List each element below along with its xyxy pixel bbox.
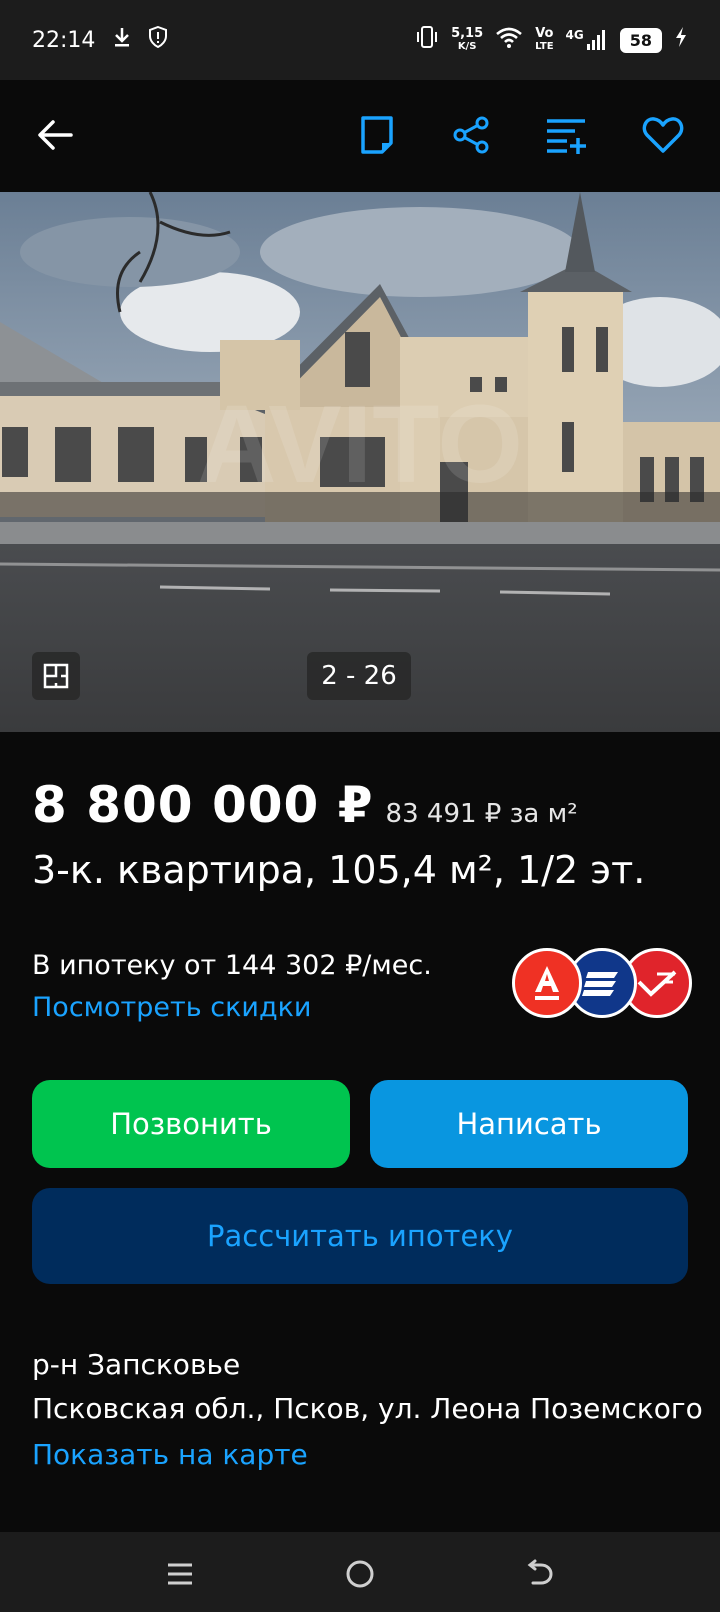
call-button[interactable]: Позвонить bbox=[32, 1080, 350, 1168]
price: 8 800 000 ₽ bbox=[32, 776, 374, 834]
show-on-map-link[interactable]: Показать на карте bbox=[32, 1438, 308, 1471]
home-circle-icon[interactable] bbox=[340, 1554, 380, 1594]
favorite-heart-icon[interactable] bbox=[638, 110, 688, 160]
photo-gallery[interactable]: AVITO 2 - 26 bbox=[0, 192, 720, 732]
floor-plan-button[interactable] bbox=[32, 652, 80, 700]
photo-counter: 2 - 26 bbox=[307, 652, 411, 700]
battery-icon: 58 bbox=[619, 27, 662, 53]
status-bar: 22:14 5,15 K/S Vo LTE 4G 58 bbox=[0, 0, 720, 80]
discount-link[interactable]: Посмотреть скидки bbox=[32, 992, 311, 1023]
net-speed: 5,15 K/S bbox=[451, 27, 483, 53]
menu-icon[interactable] bbox=[160, 1554, 200, 1594]
signal-icon: 4G bbox=[566, 29, 608, 51]
listing-photo: AVITO bbox=[0, 192, 720, 732]
note-icon[interactable] bbox=[352, 110, 402, 160]
share-icon[interactable] bbox=[446, 110, 496, 160]
download-icon bbox=[113, 27, 131, 53]
volte-bottom: LTE bbox=[535, 41, 554, 52]
price-per-m2: 83 491 ₽ за м² bbox=[385, 799, 578, 829]
compare-icon[interactable] bbox=[541, 110, 591, 160]
address: Псковская обл., Псков, ул. Леона Поземск… bbox=[32, 1392, 703, 1425]
avito-watermark: AVITO bbox=[197, 383, 523, 506]
price-row: 8 800 000 ₽ 83 491 ₽ за м² bbox=[32, 776, 578, 834]
volte-top: Vo bbox=[535, 26, 554, 41]
shield-icon bbox=[149, 25, 168, 54]
back-icon[interactable] bbox=[520, 1554, 560, 1594]
district: р-н Запсковье bbox=[32, 1348, 241, 1381]
mortgage-text: В ипотеку от 144 302 ₽/мес. bbox=[32, 950, 432, 981]
volte-indicator: Vo LTE bbox=[535, 27, 553, 53]
net-speed-unit: K/S bbox=[457, 41, 477, 52]
calc-mortgage-button[interactable]: Рассчитать ипотеку bbox=[32, 1188, 688, 1284]
floor-plan-icon bbox=[43, 663, 69, 689]
write-button[interactable]: Написать bbox=[370, 1080, 688, 1168]
status-time: 22:14 bbox=[32, 27, 96, 53]
vibrate-icon bbox=[415, 26, 439, 54]
back-arrow-icon[interactable] bbox=[30, 110, 80, 160]
top-toolbar bbox=[0, 80, 720, 192]
system-nav-bar bbox=[0, 1532, 720, 1612]
bank-logos[interactable] bbox=[512, 948, 692, 1020]
alfa-bank-logo bbox=[512, 948, 582, 1018]
listing-title: 3-к. квартира, 105,4 м², 1/2 эт. bbox=[32, 848, 646, 892]
wifi-icon bbox=[495, 26, 523, 54]
charging-icon bbox=[674, 26, 688, 54]
network-type: 4G bbox=[565, 28, 584, 42]
net-speed-value: 5,15 bbox=[451, 26, 484, 41]
